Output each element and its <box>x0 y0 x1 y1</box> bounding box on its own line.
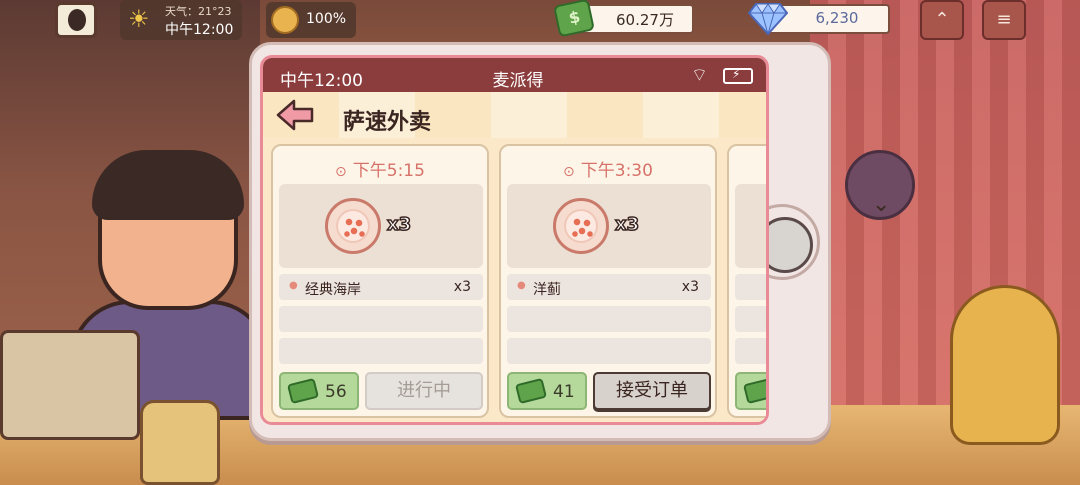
order-item-row <box>735 274 766 300</box>
mascot-statue <box>950 285 1060 445</box>
hud-clock: 中午12:00 <box>165 22 234 38</box>
status-bar: 中午12:00 麦派得 ⌔ <box>263 58 766 92</box>
sun-icon: ☀ <box>128 5 150 33</box>
status-brand: 麦派得 <box>492 71 544 91</box>
clock-icon: ⊙ <box>563 164 575 180</box>
phone-screen: 中午12:00 麦派得 ⌔ 萨速外卖 ⊙ 下午5:15 x3 ● 经典海岸 x3 <box>260 55 769 425</box>
accept-order-button[interactable]: 接受订单 <box>593 372 711 410</box>
chevron-up-icon: ⌃ <box>934 9 950 30</box>
order-item-row: ● 经典海岸 x3 <box>279 274 483 300</box>
gem-value: 6,230 <box>815 9 859 27</box>
reward-value: 56 <box>325 382 347 402</box>
pizza-icon <box>553 198 609 254</box>
hamburger-icon: ≡ <box>996 9 1012 30</box>
jar-decoration <box>140 400 220 485</box>
pizza-icon <box>325 198 381 254</box>
bullet-icon: ● <box>517 280 526 291</box>
order-item-name: 经典海岸 <box>305 282 361 298</box>
reward-value: 41 <box>553 382 575 402</box>
app-header: 萨速外卖 <box>263 92 766 138</box>
cash-icon <box>286 377 320 405</box>
order-deadline: ⊙ 下午3:30 <box>501 156 715 181</box>
order-item-row-empty <box>507 306 711 332</box>
order-image <box>735 184 766 268</box>
order-reward <box>735 372 766 410</box>
weather-text: 天气：21°23 <box>165 5 232 18</box>
page-title: 萨速外卖 <box>343 110 432 135</box>
order-list: ⊙ 下午5:15 x3 ● 经典海岸 x3 56 进行中 ⊙ 下午3:30 x3… <box>263 138 766 422</box>
order-item-row <box>735 306 766 332</box>
order-image-qty: x3 <box>614 213 640 236</box>
order-item-name: 洋蓟 <box>533 282 561 298</box>
wifi-icon: ⌔ <box>691 65 708 86</box>
order-item-qty: x3 <box>453 279 471 295</box>
menu-button[interactable]: ≡ <box>982 0 1026 40</box>
order-item-row <box>735 338 766 364</box>
deadline-text: 下午3:30 <box>580 161 653 181</box>
order-reward: 56 <box>279 372 359 410</box>
diamond-icon <box>748 3 788 36</box>
customer-hair <box>92 150 244 220</box>
order-image-qty: x3 <box>386 213 412 236</box>
clock-icon: ⊙ <box>335 164 347 180</box>
order-card: ⊙ 下午3:30 x3 ● 洋蓟 x3 41 接受订单 <box>499 144 717 418</box>
back-arrow-icon[interactable] <box>276 99 314 131</box>
order-item-row-empty <box>279 338 483 364</box>
in-progress-button[interactable]: 进行中 <box>365 372 483 410</box>
order-item-row-empty <box>279 306 483 332</box>
cash-icon <box>742 377 766 405</box>
order-image: x3 <box>279 184 483 268</box>
order-deadline: ⊙ 下午5:15 <box>273 156 487 181</box>
order-card: ⊙ 下午5:15 x3 ● 经典海岸 x3 56 进行中 <box>271 144 489 418</box>
chevron-down-icon: ⌄ <box>872 192 891 217</box>
cash-register <box>0 330 140 440</box>
bullet-icon: ● <box>289 280 298 291</box>
player-avatar[interactable] <box>55 2 97 38</box>
money-value: 60.27万 <box>616 11 674 29</box>
order-image: x3 <box>507 184 711 268</box>
order-item-qty: x3 <box>681 279 699 295</box>
order-card-partial[interactable] <box>727 144 766 418</box>
battery-icon <box>723 67 753 84</box>
status-time: 中午12:00 <box>280 71 363 91</box>
order-item-row-empty <box>507 338 711 364</box>
cash-icon <box>514 377 548 405</box>
deadline-text: 下午5:15 <box>352 161 425 181</box>
order-item-row: ● 洋蓟 x3 <box>507 274 711 300</box>
order-reward: 41 <box>507 372 587 410</box>
collapse-button[interactable]: ⌃ <box>920 0 964 40</box>
mood-value: 100% <box>306 11 347 27</box>
smiley-icon <box>271 6 299 34</box>
